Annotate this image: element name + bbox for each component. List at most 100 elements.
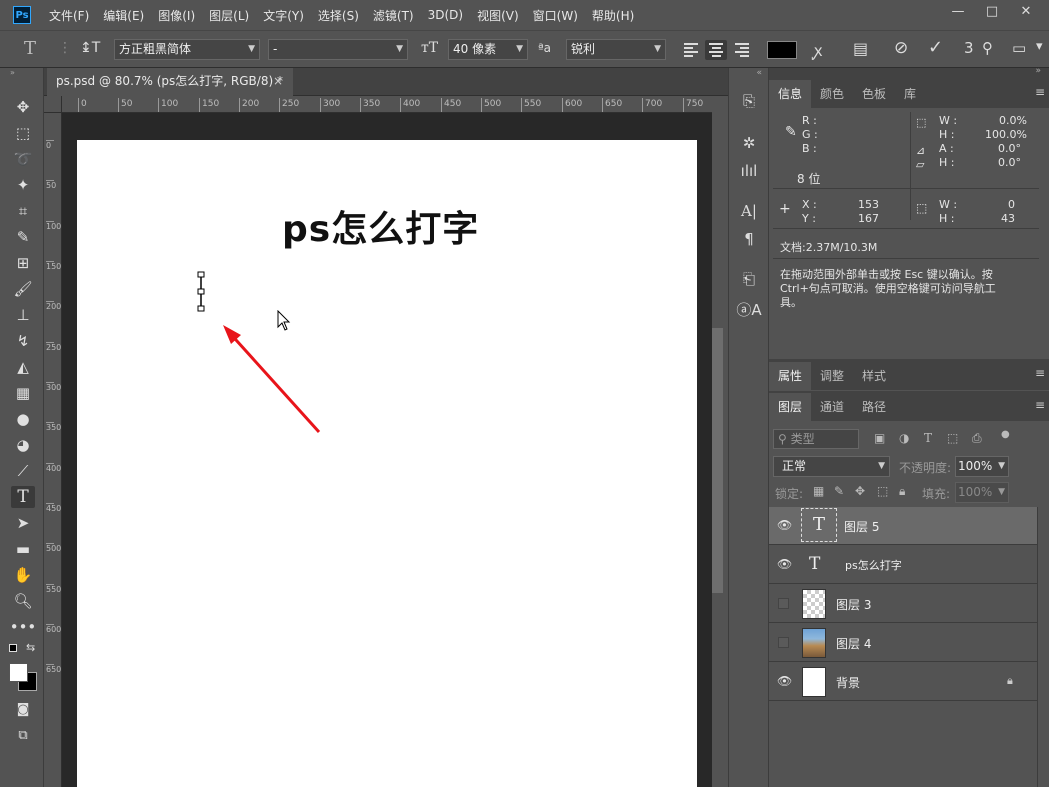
lock-pixels-icon[interactable]: ✎	[834, 484, 844, 498]
gradient-tool-icon[interactable]: ▦	[11, 382, 35, 404]
scrollbar-thumb[interactable]	[712, 328, 723, 593]
document-canvas[interactable]: ps怎么打字	[77, 140, 697, 787]
menu-filter[interactable]: 滤镜(T)	[373, 7, 414, 24]
restore-button[interactable]: □	[975, 0, 1009, 22]
history-brush-tool-icon[interactable]: ↯	[11, 330, 35, 352]
vertical-ruler[interactable]: 0 50 100 150 200 250 300 350 400 450 500…	[44, 113, 62, 787]
close-tab-icon[interactable]: ×	[273, 68, 283, 94]
screen-mode-icon[interactable]: ⧉	[11, 724, 35, 746]
filter-type-icon[interactable]: T	[924, 431, 932, 445]
quick-mask-icon[interactable]: ◙	[11, 698, 35, 720]
filter-adjustment-icon[interactable]: ◑	[899, 431, 909, 445]
menu-layer[interactable]: 图层(L)	[209, 7, 249, 24]
horizontal-ruler[interactable]: 0 50 100 150 200 250 300 350 400 450 500…	[62, 96, 712, 113]
workspace-menu-icon[interactable]: ▾	[1036, 39, 1043, 54]
tab-info[interactable]: 信息	[769, 80, 812, 108]
crop-tool-icon[interactable]: ⌗	[11, 200, 35, 222]
pen-tool-icon[interactable]: ⟋	[11, 460, 35, 482]
filter-pixel-icon[interactable]: ▣	[874, 431, 885, 445]
font-size-select[interactable]: 40 像素 ▼	[448, 39, 528, 60]
tab-adjustments[interactable]: 调整	[811, 362, 853, 390]
filter-smart-object-icon[interactable]: ⎙	[972, 431, 982, 446]
paragraph-styles-icon[interactable]: ⎗	[737, 268, 761, 290]
eye-icon[interactable]: 👁︎	[777, 558, 792, 570]
collapse-panels-icon[interactable]: »	[1035, 66, 1041, 76]
menu-image[interactable]: 图像(I)	[158, 7, 195, 24]
foreground-color-swatch[interactable]	[9, 663, 28, 682]
more-tools-icon[interactable]: •••	[10, 616, 37, 638]
tab-styles[interactable]: 样式	[853, 362, 895, 390]
layer-row[interactable]: 图层 4	[769, 624, 1037, 662]
menu-type[interactable]: 文字(Y)	[263, 7, 304, 24]
panel-menu-icon[interactable]: ≡	[1035, 366, 1045, 380]
font-style-select[interactable]: - ▼	[268, 39, 408, 60]
antialias-select[interactable]: 锐利 ▼	[566, 39, 666, 60]
align-left-button[interactable]	[680, 40, 702, 60]
fill-input[interactable]: 100% ▼	[955, 482, 1009, 503]
brush-settings-icon[interactable]: ✲	[737, 132, 761, 154]
history-panel-icon[interactable]: ⎘	[737, 90, 761, 112]
layer-filter-select[interactable]: ⚲ 类型	[773, 429, 859, 449]
menu-file[interactable]: 文件(F)	[49, 7, 89, 24]
eye-icon[interactable]: 👁︎	[777, 519, 792, 531]
blur-tool-icon[interactable]: ●	[11, 408, 35, 430]
ruler-origin[interactable]	[44, 96, 62, 113]
dodge-tool-icon[interactable]: ◕	[11, 434, 35, 456]
align-center-button[interactable]	[705, 40, 727, 60]
lock-position-icon[interactable]: ✥	[855, 484, 865, 498]
move-tool-icon[interactable]: ✥	[11, 96, 35, 118]
filter-toggle-icon[interactable]: ●	[1001, 429, 1010, 440]
canvas-area[interactable]: ps怎么打字	[62, 113, 712, 787]
tab-paths[interactable]: 路径	[853, 393, 895, 421]
brush-tool-icon[interactable]: 🖌	[11, 278, 35, 300]
eye-icon[interactable]: 👁︎	[777, 675, 792, 687]
path-selection-tool-icon[interactable]: ➤	[11, 512, 35, 534]
align-right-button[interactable]	[731, 40, 753, 60]
3d-text-icon[interactable]: 3	[964, 39, 974, 57]
close-button[interactable]: ✕	[1009, 0, 1043, 22]
magic-wand-tool-icon[interactable]: ✦	[11, 174, 35, 196]
paragraph-panel-icon[interactable]: ¶	[737, 228, 761, 250]
clone-stamp-tool-icon[interactable]: ⊥	[11, 304, 35, 326]
eraser-tool-icon[interactable]: ◭	[11, 356, 35, 378]
cancel-icon[interactable]: ⊘	[894, 38, 908, 58]
tab-libraries[interactable]: 库	[895, 80, 925, 108]
layers-scrollbar[interactable]	[1037, 507, 1049, 787]
zoom-tool-icon[interactable]: 🔍︎	[11, 590, 35, 612]
collapse-dock-icon[interactable]: «	[756, 68, 762, 78]
lock-transparent-icon[interactable]: ▦	[813, 484, 824, 498]
panel-menu-icon[interactable]: ≡	[1035, 85, 1045, 99]
menu-select[interactable]: 选择(S)	[318, 7, 359, 24]
vertical-scrollbar[interactable]	[712, 113, 728, 787]
visibility-toggle[interactable]	[778, 637, 789, 648]
lock-artboard-icon[interactable]: ⬚	[877, 484, 888, 498]
rectangle-tool-icon[interactable]: ▬	[11, 538, 35, 560]
brushes-panel-icon[interactable]: ılıl	[737, 160, 761, 182]
layer-row[interactable]: 👁︎ 背景 🔒︎	[769, 663, 1037, 701]
text-color-swatch[interactable]	[767, 41, 797, 59]
tab-color[interactable]: 颜色	[811, 80, 853, 108]
blend-mode-select[interactable]: 正常 ▼	[773, 456, 890, 477]
marquee-tool-icon[interactable]: ⬚	[11, 122, 35, 144]
menu-help[interactable]: 帮助(H)	[592, 7, 634, 24]
toggle-orientation-icon[interactable]: ↨T	[80, 40, 100, 56]
swap-colors-icon[interactable]: ⇆	[26, 641, 35, 654]
collapse-icon[interactable]: »	[0, 68, 43, 80]
canvas-text-layer[interactable]: ps怎么打字	[282, 200, 479, 252]
default-colors-icon[interactable]	[9, 644, 17, 652]
hand-tool-icon[interactable]: ✋	[11, 564, 35, 586]
tab-layers[interactable]: 图层	[769, 393, 812, 421]
warp-text-icon[interactable]: ꭙ	[814, 39, 822, 61]
panel-menu-icon[interactable]: ≡	[1035, 398, 1045, 412]
type-tool-icon[interactable]: T	[11, 486, 35, 508]
font-family-select[interactable]: 方正粗黑简体 ▼	[114, 39, 260, 60]
minimize-button[interactable]: —	[941, 0, 975, 22]
lock-all-icon[interactable]: 🔒︎	[899, 484, 905, 499]
visibility-toggle[interactable]	[778, 598, 789, 609]
tab-swatches[interactable]: 色板	[853, 80, 895, 108]
menu-edit[interactable]: 编辑(E)	[103, 7, 144, 24]
lasso-tool-icon[interactable]: ➰	[11, 148, 35, 170]
workspace-icon[interactable]: ▭	[1012, 39, 1026, 57]
document-tab[interactable]: ps.psd @ 80.7% (ps怎么打字, RGB/8) * ×	[47, 68, 293, 96]
layer-row[interactable]: 👁︎ T ps怎么打字	[769, 546, 1037, 584]
